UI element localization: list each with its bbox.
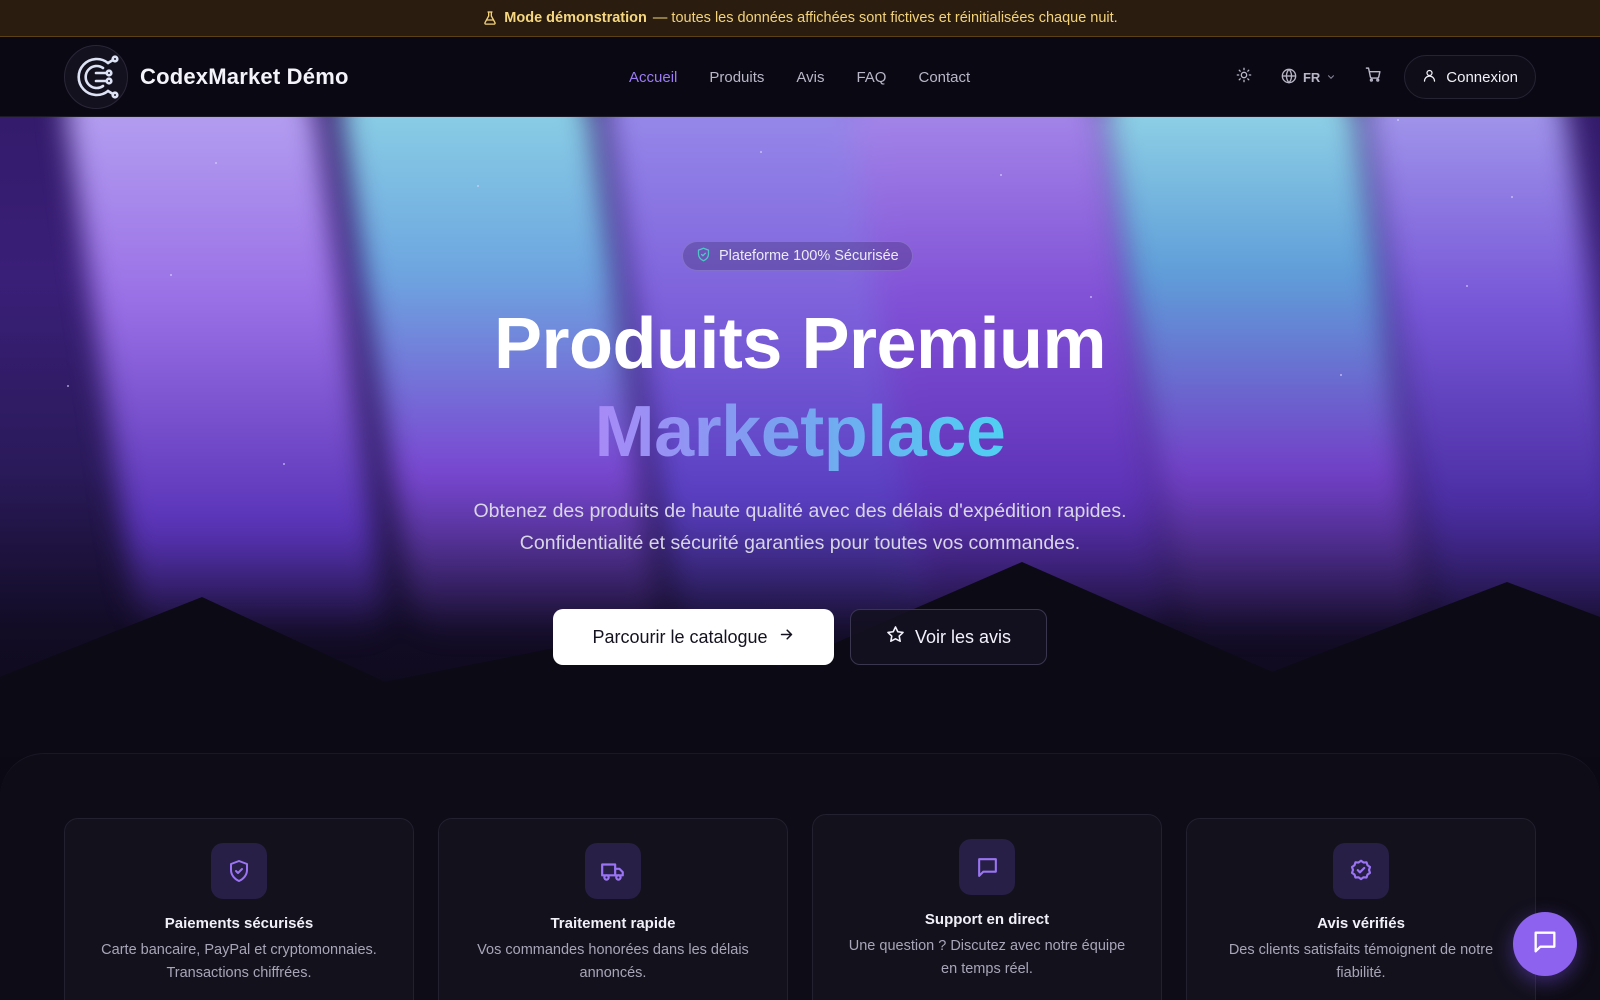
hero-title-line2: Marketplace bbox=[0, 391, 1600, 473]
features-section: Paiements sécurisés Carte bancaire, PayP… bbox=[0, 753, 1600, 1000]
truck-icon bbox=[585, 843, 641, 899]
hero-lead-line1: Obtenez des produits de haute qualité av… bbox=[473, 500, 1127, 522]
shield-check-icon bbox=[211, 843, 267, 899]
hero-lead-line2: Confidentialité et sécurité garanties po… bbox=[519, 532, 1081, 554]
feature-line1: Des clients satisfaits témoignent de not… bbox=[1228, 942, 1494, 958]
globe-icon bbox=[1281, 68, 1297, 87]
browse-catalog-label: Parcourir le catalogue bbox=[592, 626, 768, 647]
hero-section: Plateforme 100% Sécurisée Produits Premi… bbox=[0, 117, 1600, 757]
feature-description: Carte bancaire, PayPal et cryptomonnaies… bbox=[65, 939, 413, 985]
feature-title: Traitement rapide bbox=[550, 915, 676, 932]
see-reviews-label: Voir les avis bbox=[914, 626, 1012, 647]
feature-title: Support en direct bbox=[924, 911, 1050, 928]
cart-button[interactable] bbox=[1356, 60, 1390, 94]
feature-description: Des clients satisfaits témoignent de not… bbox=[1187, 939, 1535, 985]
feature-title: Paiements sécurisés bbox=[164, 915, 314, 932]
nav-link-faq[interactable]: FAQ bbox=[856, 69, 886, 86]
hero-title-gradient: Marketplace bbox=[594, 392, 1006, 472]
message-icon bbox=[1531, 928, 1559, 961]
demo-banner-text: — toutes les données affichées sont fict… bbox=[652, 10, 1118, 26]
see-reviews-button[interactable]: Voir les avis bbox=[850, 609, 1047, 665]
feature-line1: Carte bancaire, PayPal et cryptomonnaies… bbox=[101, 942, 377, 958]
feature-line2: fiabilité. bbox=[1336, 965, 1386, 981]
user-icon bbox=[1422, 68, 1437, 87]
language-code: FR bbox=[1302, 69, 1321, 85]
feature-line1: Une question ? Discutez avec notre équip… bbox=[848, 938, 1126, 954]
feature-line1: Vos commandes honorées dans les délais bbox=[477, 942, 749, 958]
language-selector[interactable]: FR bbox=[1275, 68, 1342, 87]
feature-line2: en temps réel. bbox=[941, 961, 1033, 977]
hero-lead: Obtenez des produits de haute qualité av… bbox=[0, 495, 1600, 559]
message-icon bbox=[959, 839, 1015, 895]
nav-link-produits[interactable]: Produits bbox=[709, 69, 764, 86]
feature-card-processing: Traitement rapide Vos commandes honorées… bbox=[438, 818, 788, 1000]
demo-banner-title: Mode démonstration bbox=[504, 10, 647, 26]
security-badge-label: Plateforme 100% Sécurisée bbox=[719, 248, 899, 264]
flask-icon bbox=[482, 10, 498, 26]
arrow-right-icon bbox=[778, 626, 795, 648]
star-icon bbox=[886, 625, 905, 649]
browse-catalog-button[interactable]: Parcourir le catalogue bbox=[553, 609, 834, 665]
feature-title: Avis vérifiés bbox=[1317, 915, 1405, 932]
shield-check-icon bbox=[696, 247, 711, 266]
header-actions: FR Connexion bbox=[1227, 37, 1536, 117]
theme-toggle-button[interactable] bbox=[1227, 60, 1261, 94]
nav-link-contact[interactable]: Contact bbox=[918, 69, 970, 86]
nav-link-avis[interactable]: Avis bbox=[796, 69, 824, 86]
main-nav: Accueil Produits Avis FAQ Contact bbox=[629, 37, 970, 117]
feature-description: Une question ? Discutez avec notre équip… bbox=[813, 935, 1161, 981]
feature-description: Vos commandes honorées dans les délais a… bbox=[439, 939, 787, 985]
hero-title-line1: Produits Premium bbox=[493, 304, 1107, 384]
cart-icon bbox=[1365, 66, 1382, 88]
logo bbox=[64, 44, 128, 109]
chevron-down-icon bbox=[1326, 70, 1336, 85]
feature-line2: Transactions chiffrées. bbox=[166, 965, 312, 981]
badge-check-icon bbox=[1333, 843, 1389, 899]
site-header: CodexMarket Démo Accueil Produits Avis F… bbox=[0, 37, 1600, 117]
feature-card-payments: Paiements sécurisés Carte bancaire, PayP… bbox=[64, 818, 414, 1000]
security-badge: Plateforme 100% Sécurisée bbox=[682, 241, 913, 271]
nav-link-accueil[interactable]: Accueil bbox=[629, 69, 677, 86]
login-button[interactable]: Connexion bbox=[1404, 55, 1536, 99]
login-label: Connexion bbox=[1446, 68, 1518, 86]
sun-icon bbox=[1236, 67, 1252, 88]
brand-name: CodexMarket Démo bbox=[140, 63, 349, 89]
brand-link[interactable]: CodexMarket Démo bbox=[64, 44, 349, 109]
feature-card-reviews: Avis vérifiés Des clients satisfaits tém… bbox=[1186, 818, 1536, 1000]
feature-card-support: Support en direct Une question ? Discute… bbox=[812, 814, 1162, 1000]
demo-banner: Mode démonstration — toutes les données … bbox=[0, 0, 1600, 37]
feature-line2: annoncés. bbox=[579, 965, 647, 981]
chat-button[interactable] bbox=[1513, 912, 1577, 976]
